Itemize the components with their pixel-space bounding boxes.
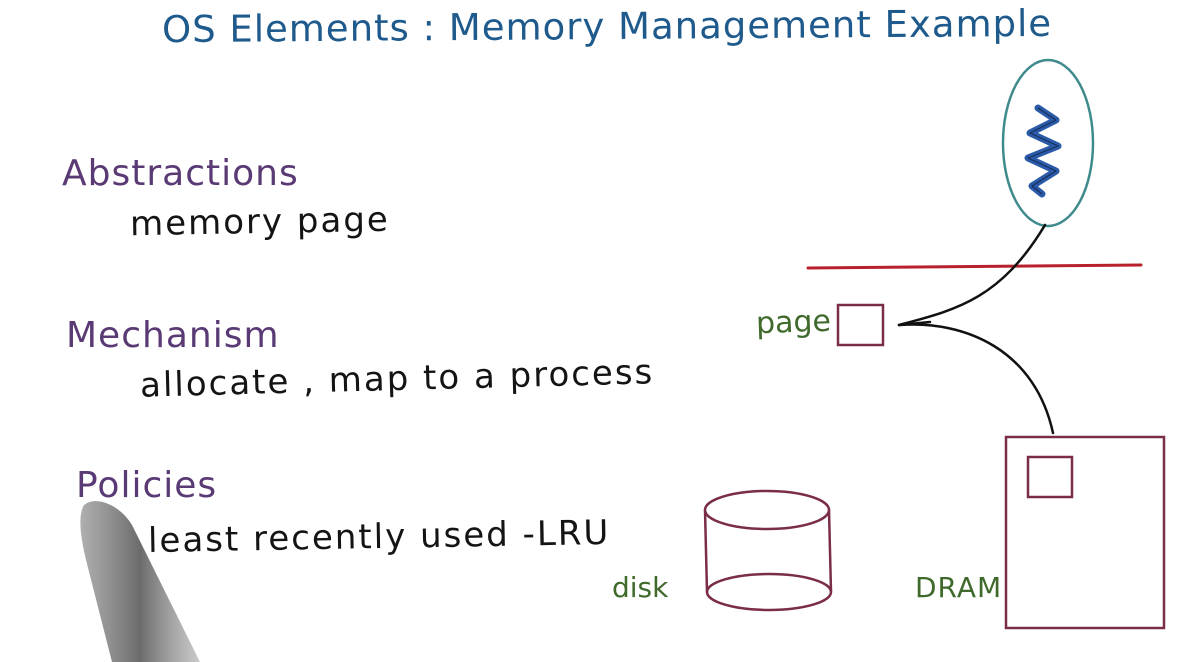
whiteboard-canvas: OS Elements : Memory Management Example … (0, 0, 1184, 662)
pen-icon (80, 501, 200, 662)
